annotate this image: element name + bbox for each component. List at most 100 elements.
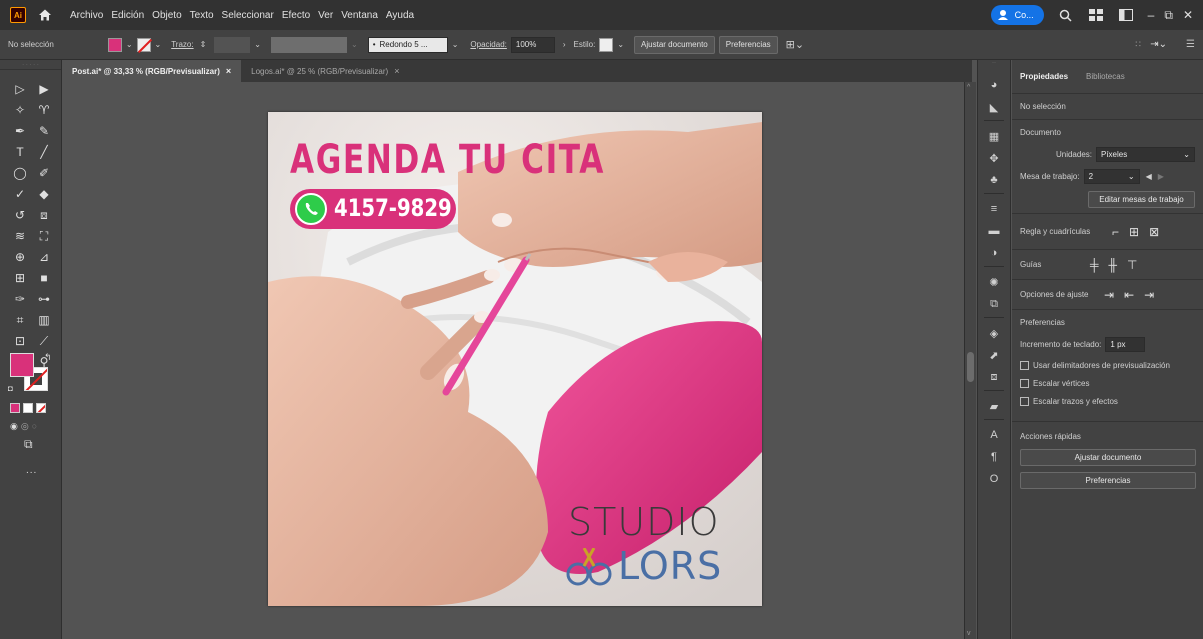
eraser-tool-icon[interactable]: ◆ [34,185,54,203]
screen-mode-icon[interactable]: ⧉ [24,437,33,452]
preferences-button[interactable]: Preferencias [718,35,778,54]
show-guides-icon[interactable]: ╪ [1090,258,1099,272]
variable-width-profile[interactable] [271,36,347,53]
scroll-down-icon[interactable]: v [967,630,971,637]
scroll-up-icon[interactable]: ^ [967,84,970,91]
chevron-down-icon[interactable]: ⌄ [617,40,624,49]
graphic-style-swatch[interactable] [599,37,614,52]
warp-tool-icon[interactable]: ≋ [10,227,30,245]
chevron-down-icon[interactable]: ⌄ [155,40,162,49]
menu-archivo[interactable]: Archivo [70,10,103,21]
scale-strokes-checkbox[interactable] [1020,397,1029,406]
panel-menu-icon[interactable]: ☰ [1186,39,1195,50]
eyedropper-tool-icon[interactable]: ✑ [10,290,30,308]
keyboard-increment-field[interactable]: 1 px [1105,337,1146,352]
snap-to-glyph-icon[interactable]: ⇥ [1144,288,1154,302]
direct-selection-tool-icon[interactable]: ▶ [34,80,54,98]
ellipse-tool-icon[interactable]: ◯ [10,164,30,182]
chevron-down-icon[interactable]: ⌄ [452,40,459,49]
lasso-tool-icon[interactable]: ♈ [34,101,54,119]
menu-efecto[interactable]: Efecto [282,10,310,21]
draw-inside-icon[interactable]: ○ [32,421,37,432]
menu-ayuda[interactable]: Ayuda [386,10,414,21]
stroke-label[interactable]: Trazo: [171,40,193,49]
snap-to-point-icon[interactable]: ⇥ [1104,288,1114,302]
next-artboard-icon[interactable]: ▶ [1158,172,1164,181]
maximize-icon[interactable]: ⧉ [1164,8,1173,23]
menu-ventana[interactable]: Ventana [341,10,378,21]
tab-properties[interactable]: Propiedades [1020,72,1068,81]
gradient-tool-icon[interactable]: ■ [34,269,54,287]
fit-document-button[interactable]: Ajustar documento [634,35,715,54]
preview-bounds-checkbox[interactable] [1020,361,1029,370]
menu-seleccionar[interactable]: Seleccionar [222,10,274,21]
stroke-icon[interactable]: ≡ [987,202,1001,216]
align-options-icon[interactable]: ⊞⌄ [786,38,804,51]
symbols-icon[interactable]: ♣ [987,173,1001,187]
mesh-tool-icon[interactable]: ⊞ [10,269,30,287]
shape-builder-tool-icon[interactable]: ⊕ [10,248,30,266]
lock-guides-icon[interactable]: ╫ [1109,258,1118,272]
pen-tool-icon[interactable]: ✒ [10,122,30,140]
character-icon[interactable]: A [987,428,1001,442]
layers-icon[interactable]: ◣ [987,100,1001,114]
artboard-post[interactable]: AGENDA TU CITA 4157-9829 STUDIO LORS [268,112,762,606]
layers-stack-icon[interactable]: ◈ [987,326,1001,340]
scale-corners-checkbox[interactable] [1020,379,1029,388]
transparency-grid-icon[interactable]: ⊠ [1149,225,1159,239]
gradient-icon[interactable]: ▬ [987,224,1001,238]
fit-document-button[interactable]: Ajustar documento [1020,449,1196,466]
stroke-swatch[interactable] [136,37,151,52]
graphic-styles-icon[interactable]: ⧉ [987,297,1001,311]
menu-texto[interactable]: Texto [190,10,214,21]
default-fill-stroke-icon[interactable]: ◘ [8,384,13,393]
tab-post[interactable]: Post.ai* @ 33,33 % (RGB/Previsualizar) × [62,60,242,82]
opacity-label[interactable]: Opacidad: [470,40,506,49]
chevron-down-icon[interactable]: ⌄ [126,40,133,49]
close-tab-icon[interactable]: × [226,66,231,76]
fill-color-box[interactable] [10,353,34,377]
close-icon[interactable]: ✕ [1183,8,1193,22]
draw-normal-icon[interactable]: ◉ [10,421,18,432]
line-tool-icon[interactable]: ╱ [34,143,54,161]
draw-behind-icon[interactable]: ◎ [21,421,29,432]
headline[interactable]: AGENDA TU CITA [290,137,603,183]
shaper-tool-icon[interactable]: ✓ [10,185,30,203]
perspective-grid-tool-icon[interactable]: ⊿ [34,248,54,266]
smart-guides-icon[interactable]: ⊤ [1127,258,1137,272]
distribute-icon[interactable]: ∷ [1135,39,1141,50]
tab-libraries[interactable]: Bibliotecas [1086,72,1125,81]
magic-wand-tool-icon[interactable]: ✧ [10,101,30,119]
column-graph-tool-icon[interactable]: ▥ [34,311,54,329]
rotate-tool-icon[interactable]: ↺ [10,206,30,224]
blend-tool-icon[interactable]: ⊶ [34,290,54,308]
stroke-weight-field[interactable] [214,36,251,53]
fill-stroke-widget[interactable] [10,353,48,393]
swap-fill-stroke-icon[interactable]: ↰ [44,352,52,363]
strip-grip[interactable]: ·· [978,60,1010,72]
color-guide-icon[interactable]: ◕ [987,78,1001,92]
artboards-icon[interactable]: ⧈ [987,370,1001,384]
edit-toolbar-icon[interactable]: ... [26,465,37,476]
brushes-icon[interactable]: ✥ [987,151,1001,165]
previous-artboard-icon[interactable]: ◀ [1146,172,1152,181]
menu-edicion[interactable]: Edición [111,10,144,21]
fill-swatch[interactable] [107,37,122,52]
units-dropdown[interactable]: Píxeles ⌄ [1096,147,1195,162]
opentype-icon[interactable]: O [987,472,1001,486]
chevron-down-icon[interactable]: ⌄ [254,40,261,49]
scale-tool-icon[interactable]: ⧈ [34,206,54,224]
free-transform-tool-icon[interactable]: ⛶ [34,227,54,245]
slice-tool-icon[interactable]: ⟋ [34,332,54,350]
edit-artboards-button[interactable]: Editar mesas de trabajo [1088,191,1195,208]
home-icon[interactable] [38,8,52,22]
preferences-button[interactable]: Preferencias [1020,472,1196,489]
close-tab-icon[interactable]: × [394,66,399,76]
cloud-account-button[interactable]: Co... [990,5,1044,25]
selection-tool-icon[interactable]: ▷ [10,80,30,98]
type-tool-icon[interactable]: T [10,143,30,161]
asset-export-icon[interactable]: ⬈ [987,348,1001,362]
arrange-documents-icon[interactable] [1118,7,1134,23]
artboard-dropdown[interactable]: 2 ⌄ [1083,169,1140,184]
vertical-scrollbar[interactable]: ^ v [964,82,976,639]
